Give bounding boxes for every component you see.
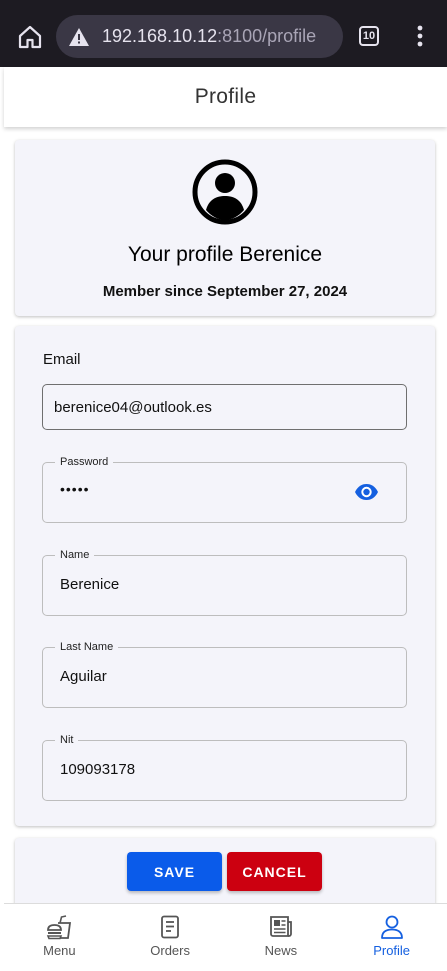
url-text: 192.168.10.12:8100/profile [102, 26, 316, 47]
profile-title: Your profile Berenice [127, 243, 323, 266]
nit-value[interactable]: 109093178 [60, 761, 135, 778]
home-icon[interactable] [17, 24, 43, 50]
password-label: Password [55, 454, 114, 470]
more-menu-icon[interactable] [412, 24, 428, 48]
name-value[interactable]: Berenice [60, 576, 119, 593]
newspaper-icon [269, 916, 292, 937]
name-label: Name [55, 547, 95, 563]
tab-profile[interactable]: Profile [336, 904, 447, 971]
url-host: 192.168.10.12 [102, 26, 218, 46]
fastfood-icon [47, 915, 72, 940]
profile-form-card: Email Password ••••• Name Berenice Last … [15, 326, 435, 826]
password-value[interactable]: ••••• [60, 481, 90, 497]
cancel-button[interactable]: CANCEL [227, 852, 322, 891]
tab-profile-label: Profile [373, 943, 411, 958]
warning-icon[interactable] [68, 27, 90, 47]
page-title: Profile [194, 85, 257, 108]
app-header: Profile [4, 67, 447, 127]
tab-switcher-button[interactable]: 10 [359, 26, 379, 46]
tab-orders[interactable]: Orders [115, 904, 226, 971]
last-name-value[interactable]: Aguilar [60, 668, 107, 685]
save-button[interactable]: SAVE [127, 852, 222, 891]
nit-label: Nit [55, 732, 79, 748]
receipt-icon [161, 915, 180, 939]
tab-count: 10 [362, 30, 376, 42]
tab-news-label: News [264, 943, 298, 958]
tab-news[interactable]: News [226, 904, 337, 971]
tab-menu-label: Menu [43, 943, 76, 958]
tab-menu[interactable]: Menu [4, 904, 115, 971]
person-icon [380, 915, 403, 939]
password-field[interactable]: Password ••••• [42, 454, 407, 523]
email-label: Email [43, 351, 81, 368]
nit-field[interactable]: Nit 109093178 [42, 732, 407, 801]
app-frame: Profile Your profile Berenice Member sin… [4, 67, 447, 971]
tab-orders-label: Orders [150, 943, 190, 958]
bottom-tab-bar: Menu Orders News Profile [4, 903, 447, 971]
url-path: :8100/profile [217, 26, 317, 46]
eye-icon[interactable] [354, 482, 379, 502]
last-name-label: Last Name [55, 639, 119, 655]
actions-card: SAVE CANCEL [15, 838, 435, 903]
email-field[interactable] [42, 384, 407, 430]
browser-toolbar: 192.168.10.12:8100/profile 10 [0, 0, 447, 67]
name-field[interactable]: Name Berenice [42, 547, 407, 616]
address-bar[interactable]: 192.168.10.12:8100/profile [56, 15, 343, 58]
last-name-field[interactable]: Last Name Aguilar [42, 639, 407, 708]
person-circle-icon [192, 159, 258, 225]
profile-summary-card: Your profile Berenice Member since Septe… [15, 140, 435, 316]
member-since-text: Member since September 27, 2024 [102, 283, 348, 300]
profile-content[interactable]: Your profile Berenice Member since Septe… [4, 127, 447, 903]
